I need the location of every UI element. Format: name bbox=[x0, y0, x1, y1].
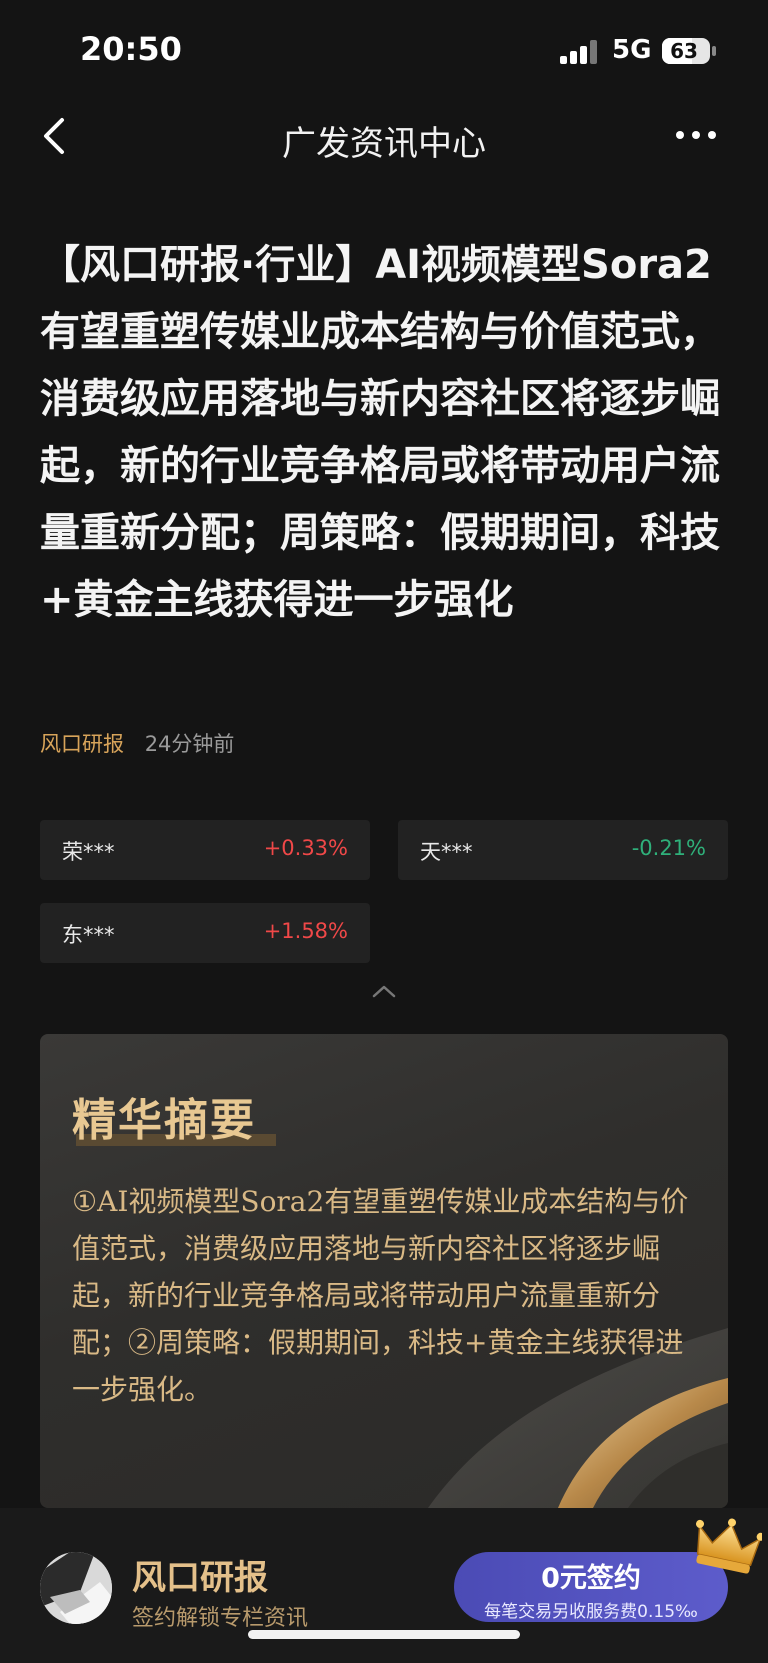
column-subtitle: 签约解锁专栏资讯 bbox=[132, 1606, 309, 1631]
summary-heading: 精华摘要 bbox=[72, 1084, 276, 1148]
bottom-bar: 风口研报 签约解锁专栏资讯 0元签约 每笔交易另收服务费0.15‰ bbox=[0, 1508, 768, 1663]
article-title: 【风口研报·行业】AI视频模型Sora2有望重塑传媒业成本结构与价值范式，消费级… bbox=[40, 242, 720, 623]
avatar[interactable] bbox=[40, 1552, 112, 1624]
more-horizontal-icon[interactable] bbox=[672, 120, 720, 150]
summary-card: 精华摘要 ①AI视频模型Sora2有望重塑传媒业成本结构与价值范式，消费级应用落… bbox=[40, 1034, 728, 1508]
status-bar: 20:50 5G 63 bbox=[0, 0, 768, 100]
stock-change: +0.33% bbox=[263, 836, 348, 860]
signal-icon bbox=[560, 40, 600, 64]
stock-change: -0.21% bbox=[631, 836, 706, 860]
home-indicator[interactable] bbox=[248, 1630, 520, 1639]
stock-card[interactable]: 东*** +1.58% bbox=[40, 903, 370, 963]
subscribe-note: 每笔交易另收服务费0.15‰ bbox=[484, 1602, 698, 1622]
summary-text: ①AI视频模型Sora2有望重塑传媒业成本结构与价值范式，消费级应用落地与新内容… bbox=[72, 1185, 689, 1406]
network-label: 5G bbox=[612, 35, 652, 65]
stock-card[interactable]: 荣*** +0.33% bbox=[40, 820, 370, 880]
stock-name: 荣*** bbox=[62, 840, 115, 864]
article-time: 24分钟前 bbox=[144, 732, 235, 756]
column-name[interactable]: 风口研报 bbox=[132, 1550, 268, 1599]
subscribe-button[interactable]: 0元签约 每笔交易另收服务费0.15‰ bbox=[454, 1552, 728, 1622]
nav-bar: 广发资讯中心 bbox=[0, 100, 768, 174]
page: 20:50 5G 63 广发资讯中心 【风口研报·行业】AI视频模型Sora2有… bbox=[0, 0, 768, 1663]
battery-icon: 63 bbox=[662, 38, 716, 64]
page-title: 广发资讯中心 bbox=[282, 124, 486, 164]
status-time: 20:50 bbox=[80, 30, 182, 68]
battery-level: 63 bbox=[670, 39, 698, 63]
stock-change: +1.58% bbox=[263, 919, 348, 943]
article-source[interactable]: 风口研报 bbox=[40, 732, 124, 756]
stock-name: 东*** bbox=[62, 923, 115, 947]
stock-name: 天*** bbox=[420, 840, 473, 864]
article-meta: 风口研报 24分钟前 bbox=[40, 728, 234, 758]
chevron-up-icon[interactable] bbox=[372, 984, 396, 998]
subscribe-label: 0元签约 bbox=[541, 1563, 641, 1594]
crown-icon bbox=[696, 1518, 762, 1574]
summary-title: 精华摘要 bbox=[72, 1095, 256, 1146]
stock-card[interactable]: 天*** -0.21% bbox=[398, 820, 728, 880]
